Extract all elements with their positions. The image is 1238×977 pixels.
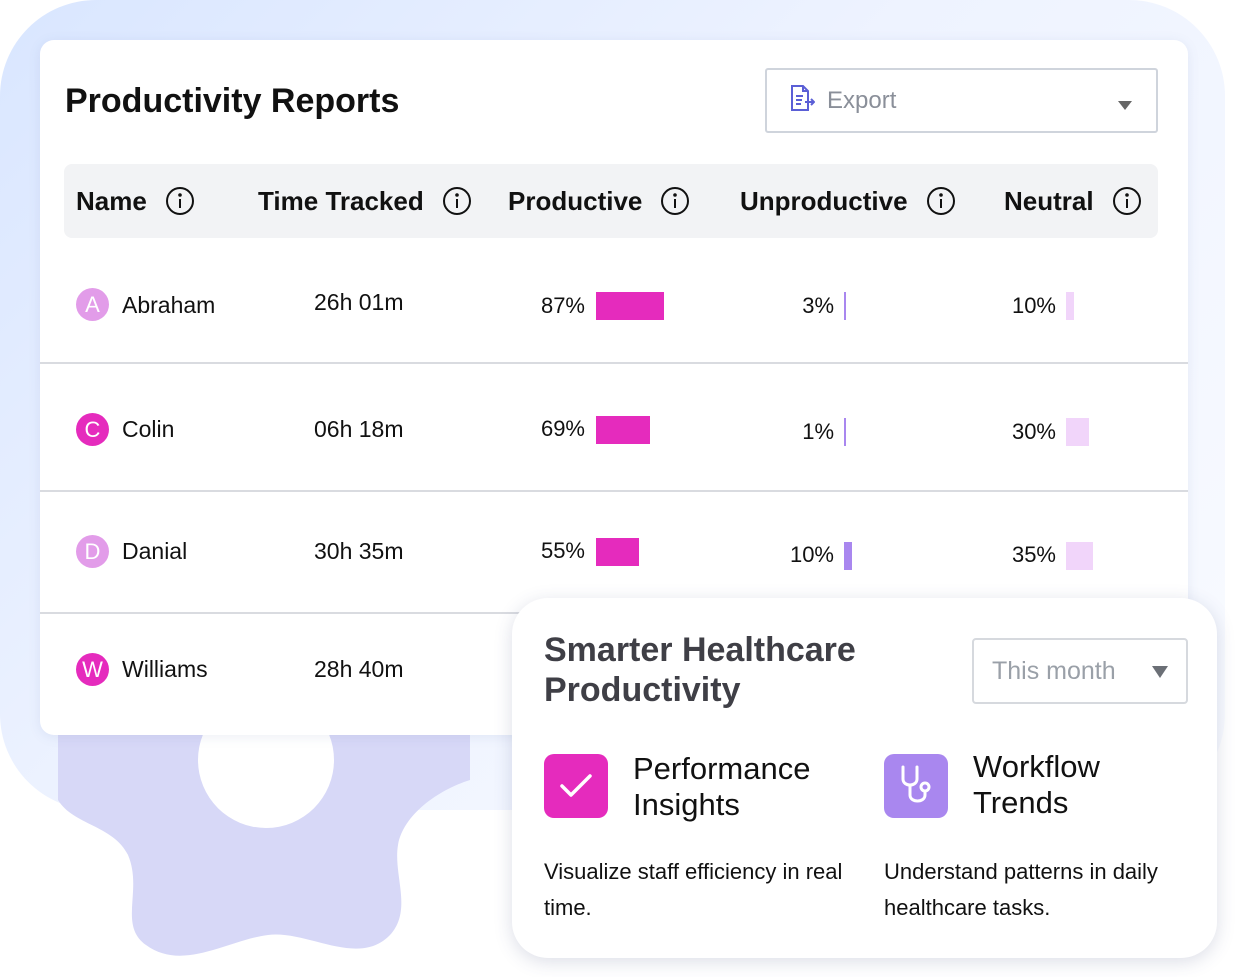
neutral-bar [1066,418,1089,446]
column-header-productive: Productive [508,164,690,238]
column-label: Time Tracked [258,185,424,216]
feature-title: Workflow Trends [973,749,1100,820]
time-tracked: 26h 01m [314,289,404,315]
avatar: A [76,288,109,321]
page-title: Productivity Reports [65,82,400,120]
productive-bar [596,538,639,566]
neutral-bar [1066,292,1074,320]
column-header-unproductive: Unproductive [740,164,956,238]
info-icon[interactable] [442,186,472,216]
healthcare-productivity-card: Smarter Healthcare Productivity This mon… [512,598,1217,958]
avatar: C [76,413,109,446]
period-dropdown[interactable]: This month [972,638,1188,704]
time-tracked: 28h 40m [314,656,404,682]
neutral-bar [1066,542,1093,570]
feature-description: Understand patterns in daily healthcare … [884,859,1158,920]
stethoscope-icon [884,754,948,818]
unproductive-percent: 10% [789,542,834,567]
export-dropdown[interactable]: Export [765,68,1158,133]
productive-percent: 69% [540,416,585,441]
time-tracked: 30h 35m [314,538,404,564]
unproductive-percent: 3% [802,293,834,318]
info-icon[interactable] [660,186,690,216]
column-header-name: Name [76,164,195,238]
time-tracked: 06h 18m [314,416,404,442]
check-icon [544,754,608,818]
avatar: W [76,653,109,686]
chevron-down-icon [1118,97,1132,115]
productive-bar [596,292,664,320]
unproductive-percent: 1% [802,419,834,444]
user-name: Williams [122,656,208,682]
table-header: Name Time Tracked Productive Unproductiv… [64,164,1158,238]
column-label: Unproductive [740,185,908,216]
export-label: Export [827,86,897,114]
card-title: Smarter Healthcare Productivity [544,631,856,709]
column-header-time-tracked: Time Tracked [258,164,472,238]
chevron-down-icon [1152,665,1168,683]
neutral-percent: 30% [1011,419,1056,444]
column-header-neutral: Neutral [1004,164,1142,238]
neutral-percent: 35% [1011,542,1056,567]
productive-percent: 87% [540,293,585,318]
info-icon[interactable] [1112,186,1142,216]
feature-description: Visualize staff efficiency in real time. [544,859,843,920]
column-label: Productive [508,185,643,216]
unproductive-bar [844,292,846,320]
neutral-percent: 10% [1011,293,1056,318]
period-label: This month [992,656,1116,685]
feature-title: Performance Insights [633,751,811,822]
column-label: Neutral [1004,185,1094,216]
productive-bar [596,416,650,444]
info-icon[interactable] [165,186,195,216]
info-icon[interactable] [926,186,956,216]
row-divider [40,362,1188,364]
column-label: Name [76,185,147,216]
unproductive-bar [844,418,846,446]
productive-percent: 55% [540,538,585,563]
document-export-icon [789,84,816,117]
user-name: Danial [122,538,188,564]
row-divider [40,490,1188,492]
unproductive-bar [844,542,852,570]
avatar: D [76,535,109,568]
user-name: Colin [122,416,175,442]
user-name: Abraham [122,292,216,318]
